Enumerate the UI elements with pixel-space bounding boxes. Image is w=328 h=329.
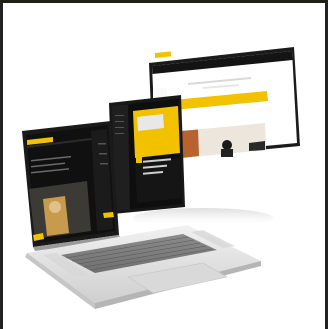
- presenter: [222, 140, 232, 150]
- image-frame: [0, 0, 328, 329]
- product-mockup-scene: [22, 47, 300, 309]
- screen-middle: [109, 95, 185, 214]
- floating-shadow: [133, 208, 273, 228]
- back-logo: [155, 51, 171, 59]
